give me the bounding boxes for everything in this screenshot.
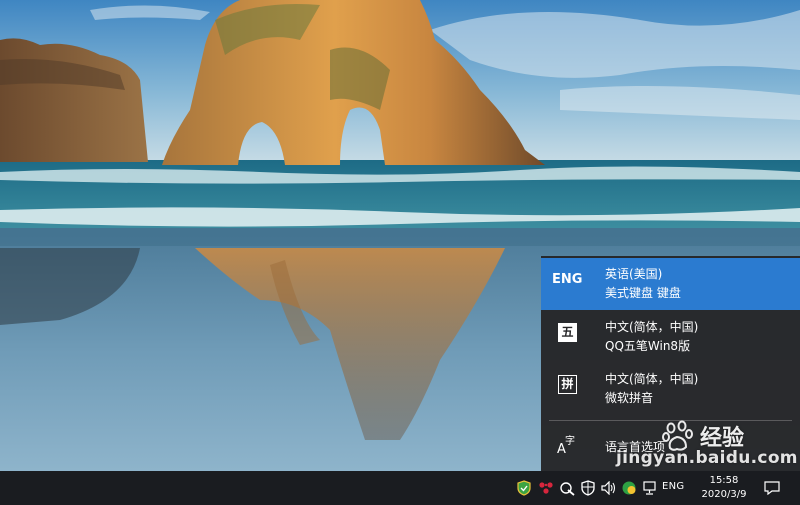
clock-date: 2020/3/9 [701, 489, 747, 500]
pen-icon [560, 482, 575, 496]
input-language-flyout: ENG 英语(美国) 美式键盘 键盘 五 中文(简体，中国) QQ五笔Win8版… [541, 256, 800, 471]
flyout-divider [549, 420, 792, 421]
tray-clock[interactable]: 15:58 2020/3/9 [692, 474, 756, 502]
language-preferences-icon: A字 [557, 436, 575, 457]
tray-pen-icon[interactable] [558, 471, 576, 505]
tray-wechat-icon[interactable] [620, 471, 638, 505]
tray-network-icon[interactable] [641, 471, 659, 505]
language-name: 英语(美国) [605, 267, 663, 281]
shield-icon [517, 480, 531, 496]
tray-input-language[interactable]: ENG [662, 481, 684, 492]
taskbar: ENG 15:58 2020/3/9 [0, 471, 800, 505]
wechat-icon [622, 481, 636, 495]
clock-time: 15:58 [709, 475, 739, 486]
keyboard-layout: QQ五笔Win8版 [605, 339, 691, 353]
language-item-chinese-wubi[interactable]: 五 中文(简体，中国) QQ五笔Win8版 [541, 311, 800, 363]
tray-security-icon[interactable] [579, 471, 597, 505]
notification-icon [764, 481, 780, 495]
volume-icon [601, 481, 616, 495]
pinyin-ime-icon: 拼 [558, 375, 577, 394]
keyboard-layout: 微软拼音 [605, 391, 654, 405]
tray-shield-icon[interactable] [515, 471, 533, 505]
language-item-chinese-pinyin[interactable]: 拼 中文(简体，中国) 微软拼音 [541, 363, 800, 415]
security-shield-icon [581, 480, 595, 496]
language-name: 中文(简体，中国) [605, 372, 699, 386]
tray-volume-icon[interactable] [600, 471, 618, 505]
tray-network-dots-icon[interactable] [537, 471, 555, 505]
language-preferences-link[interactable]: A字 语言首选项 [541, 428, 800, 468]
language-name: 中文(简体，中国) [605, 320, 699, 334]
keyboard-layout: 美式键盘 键盘 [605, 286, 681, 300]
network-dots-icon [539, 482, 553, 494]
language-code: ENG [552, 272, 583, 287]
language-preferences-label: 语言首选项 [605, 440, 666, 454]
network-icon [643, 481, 656, 495]
language-item-english-us[interactable]: ENG 英语(美国) 美式键盘 键盘 [541, 258, 800, 310]
wubi-ime-icon: 五 [558, 323, 577, 342]
tray-notification-button[interactable] [760, 477, 784, 499]
